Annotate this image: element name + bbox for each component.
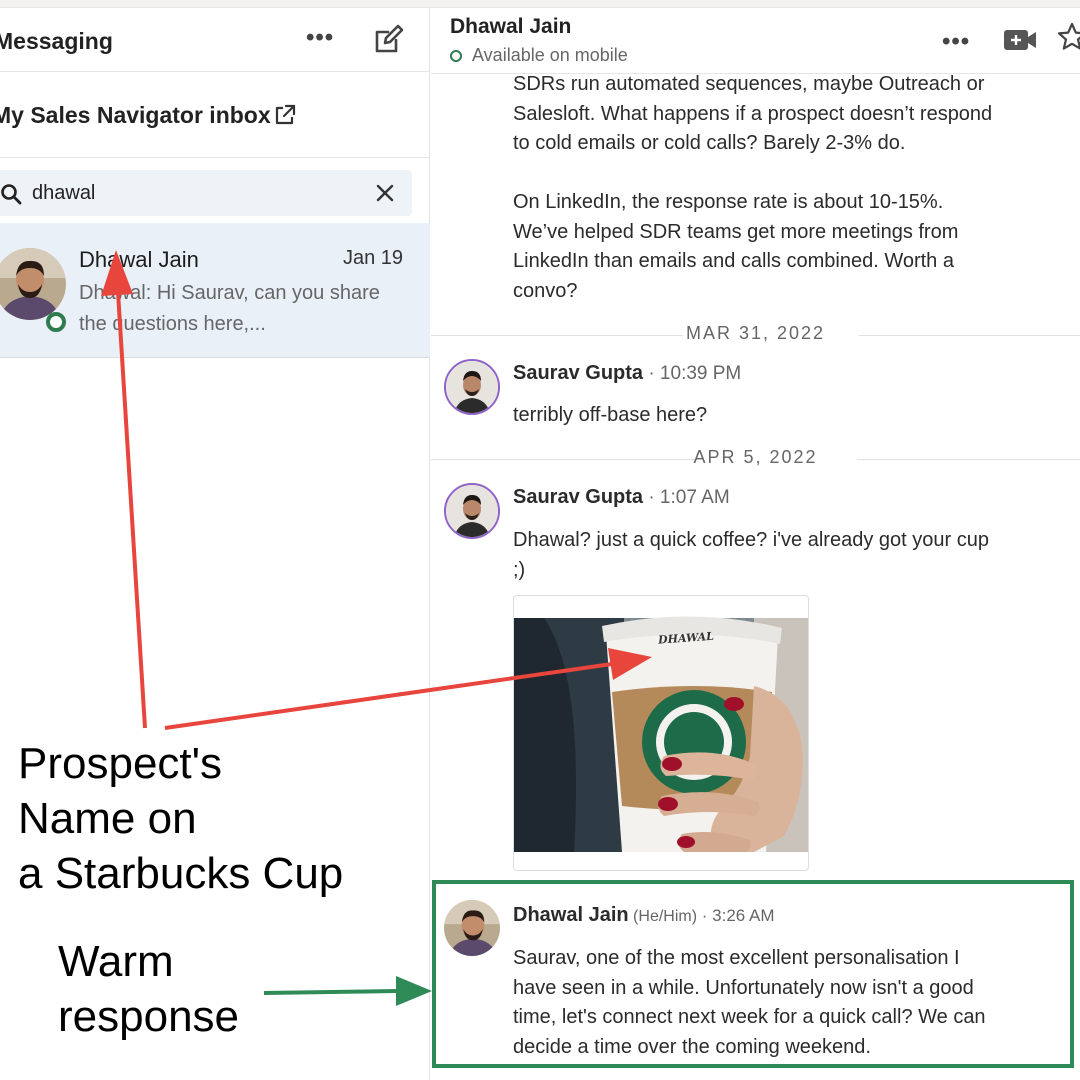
annotation-line: Prospect's [18, 739, 223, 788]
annotation-line: Warm [58, 937, 174, 986]
annotation-line: response [58, 992, 240, 1041]
prospect-annotation: Prospect's Name on a Starbucks Cup [18, 736, 343, 901]
red-arrow-head-icon [608, 648, 652, 680]
green-arrow-head-icon [396, 976, 432, 1006]
annotation-arrows [101, 250, 652, 1006]
red-arrow-head-icon [101, 250, 133, 296]
annotation-line: Name on [18, 794, 197, 843]
annotation-line: a Starbucks Cup [18, 849, 344, 898]
warm-response-annotation: Warm response [58, 934, 239, 1044]
